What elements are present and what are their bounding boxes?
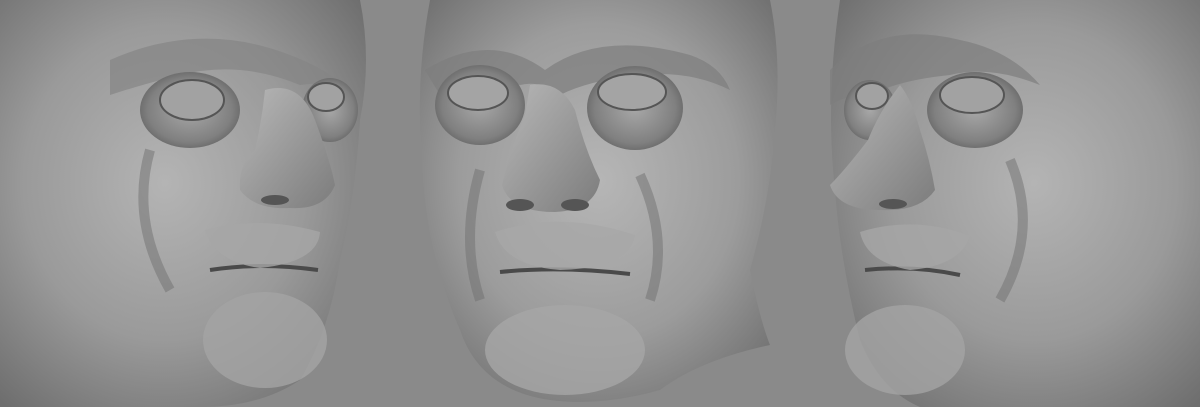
sculpt-render-viewport	[0, 0, 1200, 407]
head-three-quarter-right	[0, 0, 366, 407]
head-three-quarter-left	[830, 0, 1200, 407]
head-renders	[0, 0, 1200, 407]
head-front	[419, 0, 778, 403]
